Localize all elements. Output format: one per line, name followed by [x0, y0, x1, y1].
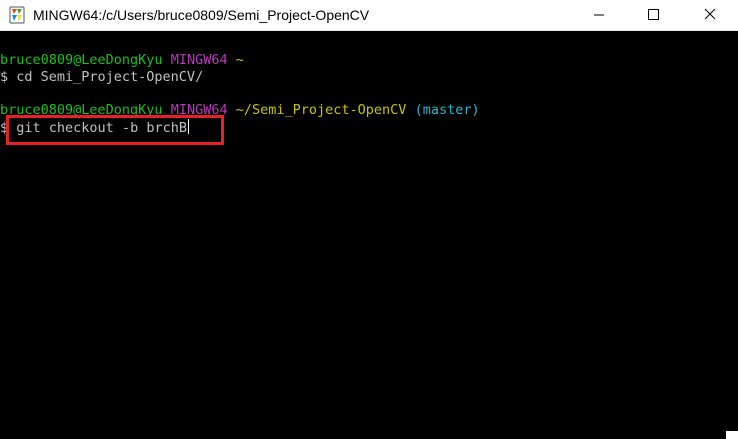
prompt-symbol: $ — [0, 120, 9, 136]
minimize-button[interactable] — [576, 0, 622, 30]
prompt-shell: MINGW64 — [170, 52, 228, 68]
minimize-icon — [594, 14, 604, 16]
git-branch: (master) — [414, 102, 480, 118]
command-line-2[interactable]: $ git checkout -b brchB — [0, 119, 189, 137]
prompt-user-host: bruce0809@LeeDongKyu — [0, 52, 163, 68]
title-bar[interactable]: MINGW64:/c/Users/bruce0809/Semi_Project-… — [0, 0, 738, 31]
prompt-line-2: bruce0809@LeeDongKyu MINGW64 ~/Semi_Proj… — [0, 101, 480, 119]
close-button[interactable] — [687, 0, 733, 30]
command-input[interactable]: git checkout -b brchB — [16, 120, 187, 136]
prompt-line-1: bruce0809@LeeDongKyu MINGW64 ~ — [0, 51, 244, 69]
resize-grip-icon[interactable] — [726, 431, 738, 439]
prompt-path: ~/Semi_Project-OpenCV — [235, 102, 407, 118]
git-bash-icon — [9, 6, 25, 24]
prompt-path: ~ — [235, 52, 244, 68]
maximize-icon — [648, 9, 659, 20]
text-cursor — [187, 119, 189, 134]
prompt-shell: MINGW64 — [170, 102, 228, 118]
close-icon — [704, 8, 716, 20]
terminal-output[interactable]: bruce0809@LeeDongKyu MINGW64 ~ $ cd Semi… — [0, 31, 738, 439]
terminal-window: MINGW64:/c/Users/bruce0809/Semi_Project-… — [0, 0, 738, 439]
prompt-user-host: bruce0809@LeeDongKyu — [0, 102, 163, 118]
window-title: MINGW64:/c/Users/bruce0809/Semi_Project-… — [33, 7, 370, 23]
command-line-1: $ cd Semi_Project-OpenCV/ — [0, 69, 204, 85]
maximize-button[interactable] — [631, 0, 677, 30]
